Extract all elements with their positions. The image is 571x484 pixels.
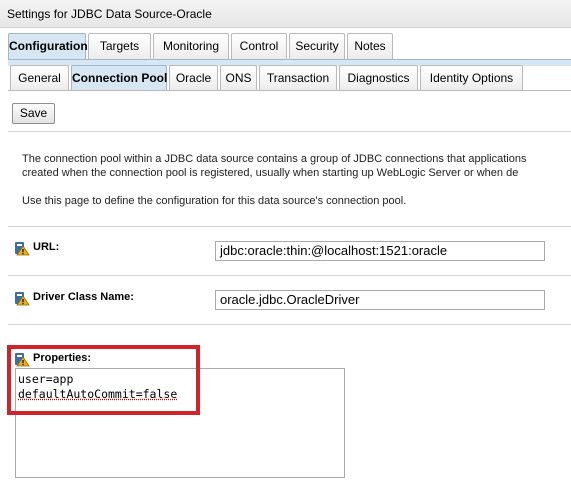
driver-class-label: Driver Class Name:: [33, 291, 134, 303]
panel-title: Settings for JDBC Data Source-Oracle: [0, 0, 571, 28]
description-line-1: The connection pool within a JDBC data s…: [22, 153, 527, 165]
field-divider-2: [8, 324, 571, 325]
tab-control[interactable]: Control: [231, 33, 287, 59]
tab-diagnostics[interactable]: Diagnostics: [339, 65, 418, 91]
tab-identity-options[interactable]: Identity Options: [420, 65, 523, 91]
tab-targets[interactable]: Targets: [88, 33, 151, 59]
secondary-tab-underline: [8, 90, 571, 91]
tab-oracle[interactable]: Oracle: [169, 65, 218, 91]
description-line-2: created when the connection pool is regi…: [22, 167, 519, 179]
field-divider-1: [8, 275, 571, 276]
tab-transaction[interactable]: Transaction: [259, 65, 337, 91]
section-divider: [8, 226, 571, 227]
toolbar-divider: [8, 131, 571, 132]
highlight-annotation: [7, 345, 200, 415]
url-input[interactable]: jdbc:oracle:thin:@localhost:1521:oracle: [215, 241, 545, 261]
tab-configuration[interactable]: Configuration: [8, 33, 88, 60]
tab-ons[interactable]: ONS: [220, 65, 257, 91]
driver-class-input[interactable]: oracle.jdbc.OracleDriver: [215, 290, 545, 310]
tab-general[interactable]: General: [10, 65, 69, 91]
tab-monitoring[interactable]: Monitoring: [153, 33, 229, 59]
tab-connection-pool[interactable]: Connection Pool: [71, 65, 167, 91]
description-line-3: Use this page to define the configuratio…: [22, 195, 407, 207]
tab-notes[interactable]: Notes: [347, 33, 393, 59]
save-button[interactable]: Save: [12, 103, 55, 124]
warning-key-icon[interactable]: [14, 240, 30, 256]
url-label: URL:: [33, 241, 60, 253]
warning-key-icon[interactable]: [14, 290, 30, 306]
tab-security[interactable]: Security: [289, 33, 345, 59]
settings-panel: Settings for JDBC Data Source-Oracle Con…: [0, 0, 571, 484]
